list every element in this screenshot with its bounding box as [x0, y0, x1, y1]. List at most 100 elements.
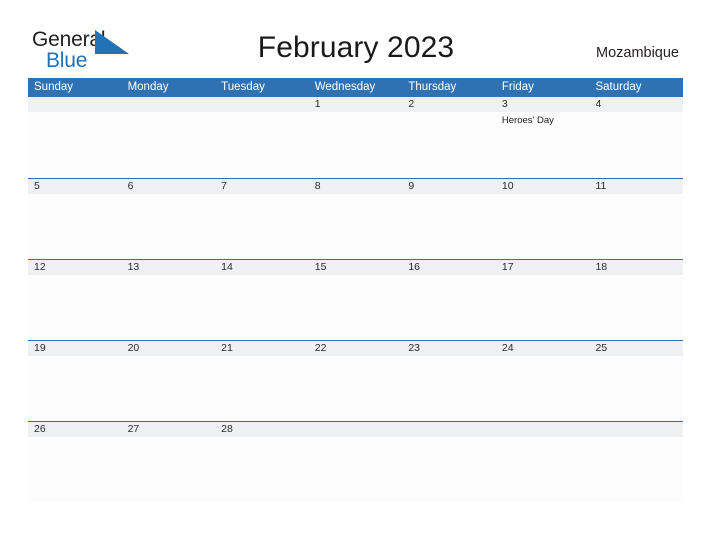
calendar-day-cell[interactable]: 9 — [402, 179, 496, 259]
day-number: 4 — [595, 98, 602, 110]
day-number: 14 — [221, 261, 233, 273]
day-number-band: 14 — [215, 260, 309, 275]
calendar-day-cell[interactable]: 23 — [402, 341, 496, 421]
calendar-day-cell-empty — [495, 422, 590, 502]
weekday-header-monday: Monday — [127, 81, 169, 93]
day-number: 10 — [501, 180, 514, 192]
calendar-day-cell[interactable]: 21 — [215, 341, 309, 421]
day-number: 5 — [34, 180, 40, 192]
day-number: 2 — [408, 98, 415, 110]
day-number-band — [308, 422, 403, 437]
day-number-band: 16 — [402, 260, 496, 275]
day-number-band: 5 — [28, 179, 122, 194]
day-number-band: 27 — [121, 422, 216, 437]
calendar-day-cell[interactable]: 1 — [308, 97, 403, 178]
day-number: 24 — [501, 342, 514, 354]
day-number: 28 — [221, 423, 233, 435]
calendar-page: General Blue February 2023 Mozambique Su… — [0, 0, 712, 550]
day-number: 13 — [127, 261, 140, 273]
calendar-week-cells: 12 13 14 15 16 17 18 — [28, 260, 684, 340]
calendar-day-cell[interactable]: 5 — [28, 179, 122, 259]
day-number-band: 10 — [495, 179, 590, 194]
calendar-day-cell[interactable]: 27 — [121, 422, 216, 502]
calendar-day-cell[interactable]: 19 — [28, 341, 122, 421]
day-number-band: 2 — [402, 97, 496, 112]
day-number-band — [28, 97, 122, 112]
calendar-day-cell[interactable]: 11 — [589, 179, 684, 259]
page-header: General Blue February 2023 Mozambique — [0, 0, 712, 78]
day-number-band: 13 — [121, 260, 216, 275]
calendar-day-cell-empty — [215, 97, 309, 178]
weekday-header-sunday: Sunday — [34, 81, 74, 93]
day-number-band: 17 — [495, 260, 590, 275]
calendar-week-row: 12 13 14 15 16 17 18 — [28, 259, 684, 340]
country-label: Mozambique — [595, 45, 679, 61]
day-number-band: 7 — [215, 179, 309, 194]
day-number-band — [402, 422, 496, 437]
calendar-day-cell[interactable]: 28 — [215, 422, 309, 502]
weekday-header-thursday: Thursday — [408, 81, 457, 93]
weekday-header-tuesday: Tuesday — [221, 81, 265, 93]
day-number-band — [589, 422, 684, 437]
day-number-band: 18 — [589, 260, 684, 275]
calendar-day-cell[interactable]: 2 — [402, 97, 496, 178]
day-number: 17 — [501, 261, 514, 273]
calendar-day-cell[interactable]: 3 Heroes' Day — [495, 97, 590, 178]
day-number: 16 — [408, 261, 420, 273]
calendar-day-cell[interactable]: 20 — [121, 341, 216, 421]
day-number: 20 — [127, 342, 140, 354]
calendar-day-cell[interactable]: 10 — [495, 179, 590, 259]
calendar-day-cell[interactable]: 8 — [308, 179, 403, 259]
day-number: 12 — [34, 261, 46, 273]
day-number-band: 23 — [402, 341, 496, 356]
day-number: 1 — [314, 98, 321, 110]
calendar-day-cell-empty — [28, 97, 122, 178]
day-number: 27 — [127, 423, 140, 435]
calendar-day-cell[interactable]: 13 — [121, 260, 216, 340]
calendar-week-cells: 1 2 3 Heroes' Day 4 — [28, 97, 684, 178]
day-number: 15 — [314, 261, 327, 273]
day-number-band: 24 — [495, 341, 590, 356]
calendar-grid: Sunday Monday Tuesday Wednesday Thursday… — [28, 78, 684, 502]
day-number-band — [495, 422, 590, 437]
day-number-band: 9 — [402, 179, 496, 194]
weekday-header-wednesday: Wednesday — [314, 81, 376, 93]
calendar-week-row: 5 6 7 8 9 10 11 — [28, 178, 684, 259]
calendar-day-cell[interactable]: 25 — [589, 341, 684, 421]
day-number: 11 — [595, 180, 607, 192]
calendar-weeks: 1 2 3 Heroes' Day 4 5 6 7 8 9 10 11 12 13 14 15 16 17 18 19… — [28, 97, 684, 502]
holiday-label: Heroes' Day — [501, 115, 554, 126]
calendar-day-cell-empty — [402, 422, 496, 502]
weekday-header-saturday: Saturday — [595, 81, 642, 93]
calendar-day-cell[interactable]: 26 — [28, 422, 122, 502]
day-number: 18 — [595, 261, 608, 273]
day-events: Heroes' Day — [496, 112, 590, 127]
day-number-band: 20 — [121, 341, 216, 356]
weekday-header-row: Sunday Monday Tuesday Wednesday Thursday… — [28, 78, 683, 97]
day-number: 8 — [314, 180, 321, 192]
day-number: 19 — [34, 342, 46, 354]
day-number-band: 3 — [495, 97, 590, 112]
calendar-day-cell[interactable]: 24 — [495, 341, 590, 421]
calendar-day-cell[interactable]: 22 — [308, 341, 403, 421]
day-number-band: 4 — [589, 97, 684, 112]
day-number-band: 22 — [308, 341, 403, 356]
calendar-day-cell[interactable]: 6 — [121, 179, 216, 259]
calendar-day-cell-empty — [308, 422, 403, 502]
day-number: 9 — [408, 180, 415, 192]
calendar-day-cell[interactable]: 16 — [402, 260, 496, 340]
day-number: 21 — [221, 342, 233, 354]
calendar-day-cell[interactable]: 18 — [589, 260, 684, 340]
calendar-day-cell-empty — [589, 422, 684, 502]
calendar-day-cell[interactable]: 4 — [589, 97, 684, 178]
calendar-day-cell[interactable]: 17 — [495, 260, 590, 340]
calendar-week-cells: 5 6 7 8 9 10 11 — [28, 179, 684, 259]
day-number: 25 — [595, 342, 608, 354]
day-number-band: 11 — [589, 179, 684, 194]
calendar-day-cell[interactable]: 14 — [215, 260, 309, 340]
calendar-day-cell[interactable]: 15 — [308, 260, 403, 340]
calendar-week-row: 19 20 21 22 23 24 25 — [28, 340, 684, 421]
calendar-day-cell[interactable]: 7 — [215, 179, 309, 259]
calendar-day-cell[interactable]: 12 — [28, 260, 122, 340]
day-number-band — [121, 97, 216, 112]
